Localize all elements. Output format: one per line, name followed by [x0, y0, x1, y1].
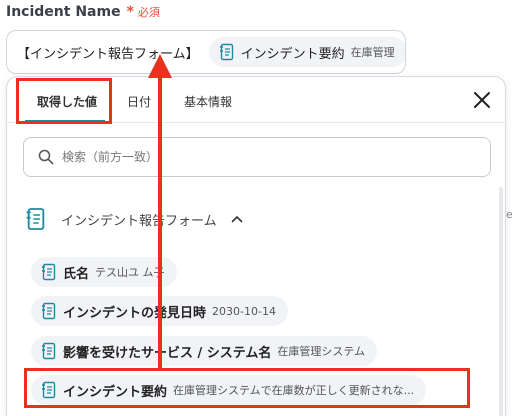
chip-label: インシデント要約 [240, 46, 345, 62]
chevron-up-icon[interactable] [231, 215, 243, 223]
document-icon [41, 302, 57, 320]
search-icon [38, 149, 54, 165]
document-icon [25, 207, 47, 231]
field-label-row: Incident Name * 必須 [6, 4, 160, 20]
value-picker-panel: 取得した値 日付 基本情報 インシデント報告フォーム 氏名 テス山ユ ム子 イン… [6, 76, 506, 416]
document-icon [41, 342, 57, 360]
value-item-selected[interactable]: インシデント要約 在庫管理システムで在庫数が正しく更新されな... [31, 375, 427, 405]
value-item[interactable]: 影響を受けたサービス / システム名 在庫管理システム [31, 336, 378, 366]
chip-value: 在庫管理 [350, 46, 395, 59]
item-label: 影響を受けたサービス / システム名 [63, 345, 272, 361]
search-input[interactable] [62, 150, 462, 164]
item-label: インシデントの発見日時 [63, 305, 207, 321]
item-label: インシデント要約 [63, 384, 168, 400]
incident-name-field[interactable]: 【インシデント報告フォーム】 インシデント要約 在庫管理 [6, 30, 406, 74]
required-mark: * [126, 4, 134, 20]
item-label: 氏名 [63, 266, 90, 282]
value-item[interactable]: 氏名 テス山ユ ム子 [31, 257, 177, 287]
item-value: 2030-10-14 [212, 304, 276, 318]
search-field[interactable] [23, 137, 491, 177]
tab-date[interactable]: 日付 [127, 93, 151, 110]
value-item[interactable]: インシデントの発見日時 2030-10-14 [31, 296, 288, 326]
item-value: テス山ユ ム子 [95, 266, 165, 279]
field-label: Incident Name [6, 4, 121, 20]
scrollbar[interactable] [499, 187, 503, 416]
field-value-chip[interactable]: インシデント要約 在庫管理 [208, 37, 405, 67]
active-tab-indicator [25, 120, 105, 123]
item-value: 在庫管理システム [277, 345, 366, 358]
group-title: インシデント報告フォーム [61, 213, 217, 229]
close-icon[interactable] [471, 89, 493, 111]
item-value: 在庫管理システムで在庫数が正しく更新されな... [173, 384, 415, 397]
side-fragment: e [506, 208, 512, 221]
field-static-text: 【インシデント報告フォーム】 [17, 46, 199, 62]
required-text: 必須 [137, 6, 160, 19]
tab-acquired-values[interactable]: 取得した値 [37, 93, 97, 110]
group-header[interactable]: インシデント報告フォーム [25, 207, 243, 231]
tab-bar: 取得した値 日付 基本情報 [7, 77, 505, 123]
document-icon [41, 381, 57, 399]
document-icon [219, 43, 235, 61]
tab-basic-info[interactable]: 基本情報 [184, 93, 232, 110]
document-icon [41, 263, 57, 281]
